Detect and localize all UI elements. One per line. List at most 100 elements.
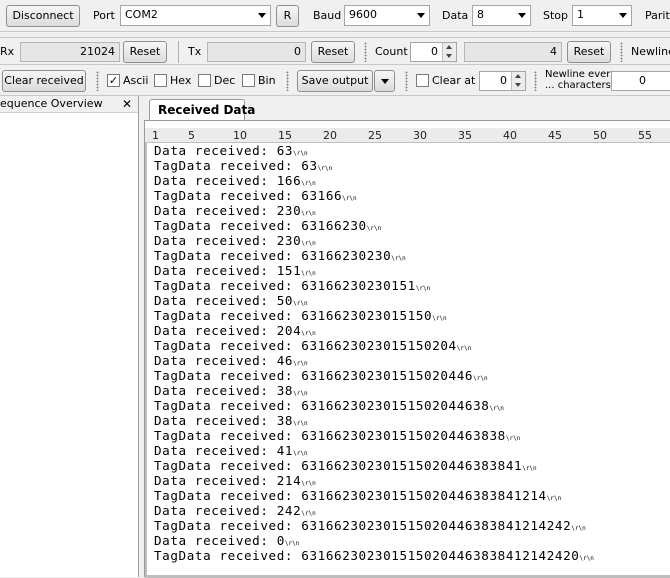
toolbar-grip[interactable]	[96, 71, 99, 91]
tx-reset-button[interactable]: Reset	[311, 41, 355, 63]
display-toolbar: Clear received ✓ Ascii Hex Dec Bin Save …	[0, 66, 670, 96]
count-label: Count	[375, 45, 408, 58]
stop-bits-select[interactable]: 1	[572, 5, 632, 26]
received-line-text: TagData received: 6316623023015150204463…	[154, 548, 580, 563]
count-value: 0	[431, 45, 438, 58]
toolbar-grip[interactable]	[286, 71, 289, 91]
received-line-text: Data received: 166	[154, 173, 302, 188]
line-ending-marker: \r\n	[301, 270, 316, 277]
bin-checkbox[interactable]	[242, 74, 255, 87]
received-line: Data received: 214\r\n	[154, 473, 316, 488]
chevron-down-icon	[258, 13, 266, 18]
ruler-tick-label: 10	[233, 129, 247, 142]
hex-label: Hex	[170, 74, 192, 87]
received-line: TagData received: 6316623023015150204463…	[154, 548, 594, 563]
received-data-tab[interactable]: Received Data	[149, 99, 255, 121]
baud-select[interactable]: 9600	[344, 5, 430, 26]
port-select[interactable]: COM2	[120, 5, 271, 26]
port-value: COM2	[125, 8, 158, 21]
received-line: Data received: 38\r\n	[154, 413, 308, 428]
spin-up-icon[interactable]	[442, 43, 456, 52]
sequence-overview-title: equence Overview	[0, 97, 103, 110]
ruler-tick-label: 50	[593, 129, 607, 142]
ruler-tick-label: 40	[503, 129, 517, 142]
received-line: Data received: 50\r\n	[154, 293, 308, 308]
line-ending-marker: \r\n	[293, 420, 308, 427]
count-spinner[interactable]: 0	[410, 42, 457, 62]
line-ending-marker: \r\n	[301, 240, 316, 247]
chevron-down-icon	[619, 13, 627, 18]
newline-every-label: Newline every ... characters	[545, 69, 616, 91]
received-line: Data received: 242\r\n	[154, 503, 316, 518]
ruler-tick-label: 15	[278, 129, 292, 142]
toolbar-grip[interactable]	[405, 71, 408, 91]
received-line: Data received: 230\r\n	[154, 203, 316, 218]
toolbar-grip[interactable]	[364, 42, 367, 62]
toolbar-grip[interactable]	[534, 71, 537, 91]
clear-at-spinner[interactable]: 0	[479, 71, 526, 91]
chevron-down-icon	[417, 13, 425, 18]
line-ending-marker: \r\n	[293, 360, 308, 367]
received-data-tab-label: Received Data	[158, 103, 256, 117]
received-line-text: TagData received: 6316623023015150204463…	[154, 428, 506, 443]
ruler-tick-label: 20	[323, 129, 337, 142]
received-line: TagData received: 631662302301515020446\…	[154, 368, 488, 383]
line-ending-marker: \r\n	[301, 480, 316, 487]
line-ending-marker: \r\n	[293, 150, 308, 157]
received-line: Data received: 204\r\n	[154, 323, 316, 338]
toolbar-grip[interactable]	[620, 42, 623, 62]
received-line: Data received: 38\r\n	[154, 383, 308, 398]
received-line-text: Data received: 230	[154, 203, 302, 218]
received-line-text: Data received: 242	[154, 503, 302, 518]
received-line-text: TagData received: 6316623023015150204463…	[154, 488, 547, 503]
spin-down-icon[interactable]	[442, 52, 456, 61]
ruler-tick-label: 5	[188, 129, 195, 142]
dec-checkbox[interactable]	[198, 74, 211, 87]
line-ending-marker: \r\n	[489, 405, 504, 412]
hex-checkbox[interactable]	[154, 74, 167, 87]
received-line-text: Data received: 38	[154, 413, 294, 428]
line-ending-marker: \r\n	[432, 315, 447, 322]
received-line: TagData received: 6316623023015150204463…	[154, 518, 586, 533]
line-ending-marker: \r\n	[293, 300, 308, 307]
newline-every-value: 0	[639, 74, 646, 87]
received-line: TagData received: 63166230\r\n	[154, 218, 381, 233]
received-line-text: TagData received: 6316623023015150204	[154, 338, 457, 353]
data-bits-select[interactable]: 8	[472, 5, 531, 26]
stop-bits-label: Stop	[543, 9, 569, 22]
received-line-text: TagData received: 63166230230151	[154, 278, 416, 293]
newline-every-line-2: ... characters	[545, 80, 611, 91]
line-ending-marker: \r\n	[317, 165, 333, 172]
disconnect-button[interactable]: Disconnect	[6, 5, 80, 27]
received-line-text: TagData received: 631662302301515020446	[154, 368, 474, 383]
spin-up-icon[interactable]	[511, 72, 525, 81]
close-icon[interactable]: ✕	[122, 96, 132, 112]
line-ending-marker: \r\n	[571, 525, 586, 532]
stop-bits-value: 1	[577, 8, 584, 21]
newline-every-spinner[interactable]: 0	[611, 71, 670, 91]
received-line-text: Data received: 50	[154, 293, 294, 308]
ruler-tick-label: 55	[638, 129, 652, 142]
line-ending-marker: \r\n	[473, 375, 488, 382]
line-ending-marker: \r\n	[301, 510, 316, 517]
text-output[interactable]: Data received: 63\r\n TagData received: 6…	[145, 143, 670, 578]
refresh-ports-button[interactable]: R	[276, 5, 299, 27]
rx-label: Rx	[0, 45, 15, 58]
save-output-dropdown[interactable]	[374, 70, 395, 92]
received-line-text: Data received: 230	[154, 233, 302, 248]
separator	[178, 41, 179, 63]
rx-reset-button[interactable]: Reset	[123, 41, 167, 63]
spin-down-icon[interactable]	[511, 81, 525, 90]
clear-received-button[interactable]: Clear received	[2, 70, 86, 92]
received-line: TagData received: 6316623023015150\r\n	[154, 308, 447, 323]
ascii-checkbox[interactable]: ✓	[107, 74, 120, 87]
clear-at-checkbox[interactable]	[416, 74, 429, 87]
count-reset-button[interactable]: Reset	[567, 41, 611, 63]
connection-toolbar: Disconnect Port COM2 R Baud 9600 Data 8 …	[0, 0, 670, 32]
received-line: Data received: 166\r\n	[154, 173, 316, 188]
line-ending-marker: \r\n	[505, 435, 521, 442]
received-line-text: TagData received: 6316623023015150204463…	[154, 458, 523, 473]
save-output-button[interactable]: Save output	[297, 70, 373, 92]
received-line-text: TagData received: 6316623023015150204463…	[154, 398, 490, 413]
received-line: Data received: 63\r\n	[154, 143, 308, 158]
